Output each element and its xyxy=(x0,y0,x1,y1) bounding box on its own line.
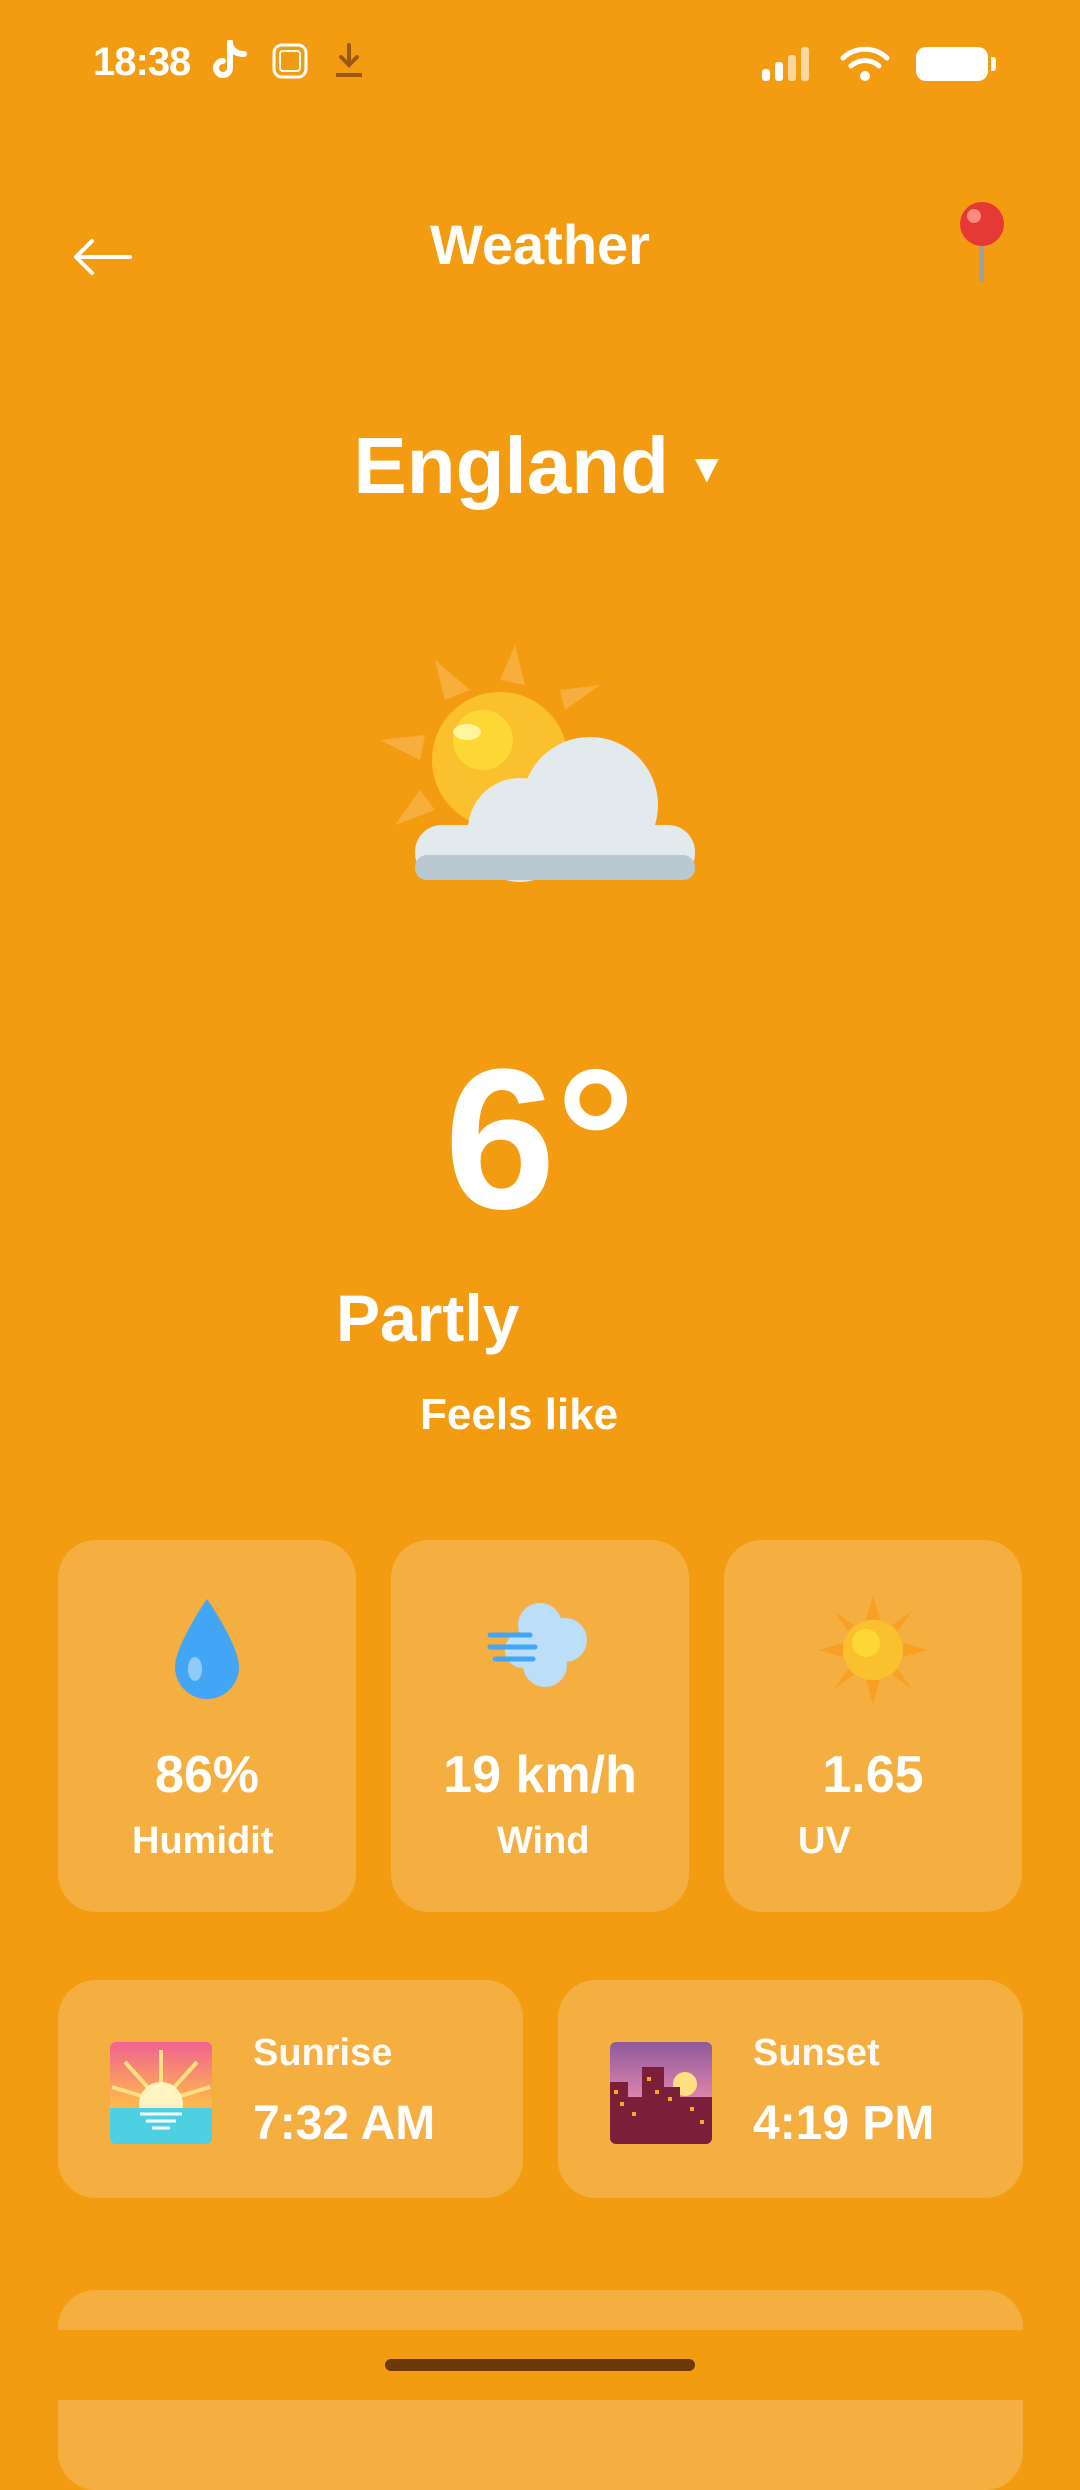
map-pin-icon xyxy=(960,202,1004,282)
chevron-down-icon: ▼ xyxy=(686,446,727,491)
uv-label: UV xyxy=(798,1820,851,1862)
location-pin-button[interactable] xyxy=(952,198,1012,288)
humidity-label: Humidit xyxy=(132,1820,274,1862)
sunrise-value: 7:32 AM xyxy=(253,2097,436,2150)
temperature-value: 6° xyxy=(444,1028,636,1251)
humidity-card: 86% Humidit xyxy=(58,1540,356,1912)
wind-label: Wind xyxy=(497,1820,590,1862)
wind-icon xyxy=(487,1603,587,1687)
sun-icon xyxy=(818,1595,928,1705)
sunset-icon xyxy=(610,2042,712,2144)
screenshot-icon xyxy=(272,43,308,79)
partly-cloudy-icon xyxy=(380,645,695,882)
status-time: 18:38 xyxy=(93,40,191,84)
sunset-label: Sunset xyxy=(753,2032,880,2074)
condition-text: Partly xyxy=(336,1281,520,1355)
humidity-value: 86% xyxy=(154,1746,260,1804)
wifi-icon xyxy=(840,46,890,81)
sunrise-label: Sunrise xyxy=(253,2032,393,2074)
location-selector[interactable]: England ▼ xyxy=(0,420,1080,512)
signal-icon xyxy=(762,47,809,81)
droplet-icon xyxy=(175,1599,239,1699)
uv-card: 1.65 UV xyxy=(724,1540,1022,1912)
sunset-value: 4:19 PM xyxy=(753,2097,935,2150)
uv-value: 1.65 xyxy=(822,1746,924,1804)
feels-like-label: Feels like xyxy=(420,1390,619,1439)
status-notification-icons xyxy=(210,40,366,82)
tiktok-icon xyxy=(213,40,247,78)
status-system-icons xyxy=(762,46,996,82)
sunset-card: Sunset 4:19 PM xyxy=(558,1980,1023,2198)
home-indicator[interactable] xyxy=(385,2359,695,2371)
download-icon xyxy=(336,43,362,77)
location-name: England xyxy=(353,421,669,510)
sunrise-card: Sunrise 7:32 AM xyxy=(58,1980,523,2198)
sunrise-icon xyxy=(110,2042,212,2144)
battery-icon xyxy=(916,47,996,81)
wind-value: 19 km/h xyxy=(443,1746,637,1804)
page-title: Weather xyxy=(430,213,650,276)
wind-card: 19 km/h Wind xyxy=(391,1540,689,1912)
